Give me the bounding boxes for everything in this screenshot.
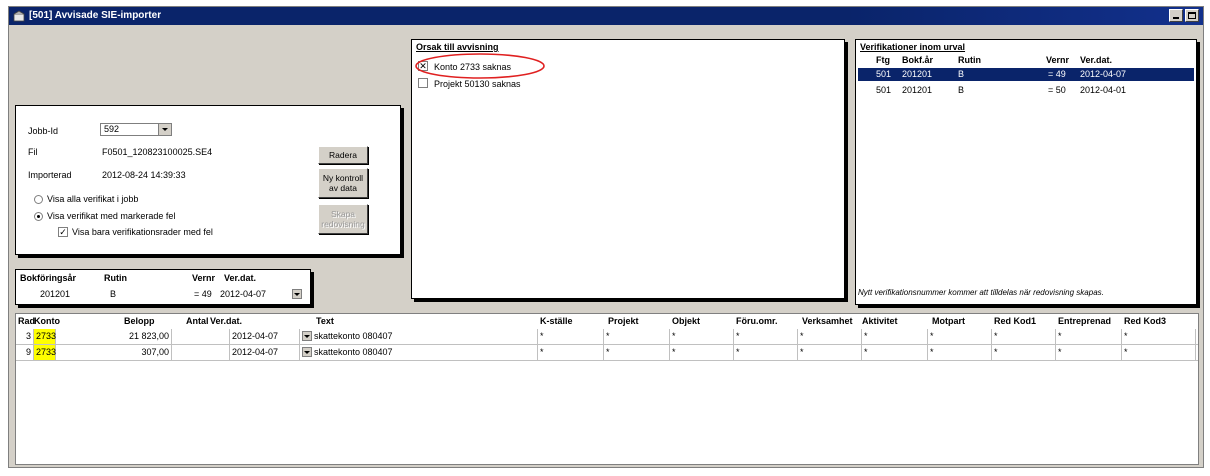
jobbid-value: 592 [104,124,120,134]
grid-col-verksamhet: Verksamhet [802,316,853,326]
checkbox-rows-label: Visa bara verifikationsrader med fel [72,227,213,237]
grid-col-foruomr: Föru.omr. [736,316,778,326]
grid-col-belopp: Belopp [124,316,155,326]
radio-show-all[interactable] [34,195,43,204]
window-title: [501] Avvisade SIE-importer [29,10,162,21]
fil-value: F0501_120823100025.SE4 [102,147,213,157]
col-ftg: Ftg [876,55,890,65]
table-row[interactable]: 3 2733 21 823,00 2012-04-07 skattekonto … [16,329,1198,345]
sum-col-verdat: Ver.dat. [224,273,257,283]
verifikationer-title: Verifikationer inom urval [860,42,966,52]
col-bokfar: Bokf.år [902,55,934,65]
verifikationer-panel: Verifikationer inom urval Ftg Bokf.år Ru… [855,39,1197,305]
col-vernr: Vernr [1046,55,1070,65]
chevron-down-icon[interactable] [292,289,302,299]
sum-rutin: B [110,289,117,299]
verifikationer-header: Ftg Bokf.år Rutin Vernr Ver.dat. [858,54,1194,67]
col-rutin: Rutin [958,55,981,65]
radio-show-marked-label: Visa verifikat med markerade fel [47,211,176,221]
sum-vernr: = 49 [194,289,212,299]
chevron-down-icon[interactable] [158,124,171,135]
sum-verdat: 2012-04-07 [220,289,267,299]
grid-col-motpart: Motpart [932,316,965,326]
radio-show-marked[interactable] [34,212,43,221]
col-verdat: Ver.dat. [1080,55,1113,65]
chevron-down-icon[interactable] [302,347,312,357]
grid-col-antal: Antal [186,316,209,326]
jobbid-label: Jobb-Id [28,126,59,136]
checkbox-rows-with-errors[interactable]: ✓ [58,227,68,237]
radio-show-all-label: Visa alla verifikat i jobb [47,194,139,204]
grid-col-kstalle: K-ställe [540,316,573,326]
grid-col-objekt: Objekt [672,316,701,326]
verifikation-row[interactable]: 501 201201 B = 49 2012-04-07 [858,68,1194,81]
grid-col-projekt: Projekt [608,316,639,326]
grid-col-konto: Konto [34,316,60,326]
job-panel: Jobb-Id 592 Fil F0501_120823100025.SE4 I… [15,105,401,255]
radera-button[interactable]: Radera [318,146,368,164]
grid-col-redkod1: Red Kod1 [994,316,1037,326]
fil-label: Fil [28,147,38,157]
sum-col-rutin: Rutin [104,273,127,283]
sum-col-vernr: Vernr [192,273,216,283]
grid-col-entreprenad: Entreprenad [1058,316,1112,326]
ny-kontroll-button[interactable]: Ny kontroll av data [318,168,368,198]
importerad-label: Importerad [28,170,72,180]
verifikationer-footer: Nytt verifikationsnummer kommer att till… [858,288,1104,297]
app-icon [13,10,25,22]
orsak-panel: Orsak till avvisning ✕ Konto 2733 saknas… [411,39,845,299]
importerad-value: 2012-08-24 14:39:33 [102,170,186,180]
grid-col-redkod3: Red Kod3 [1124,316,1167,326]
chevron-down-icon[interactable] [302,331,312,341]
title-bar: [501] Avvisade SIE-importer [9,7,1203,25]
grid-col-aktivitet: Aktivitet [862,316,898,326]
annotation-circle [415,53,545,79]
table-row[interactable]: 9 2733 307,00 2012-04-07 skattekonto 080… [16,345,1198,361]
main-window: [501] Avvisade SIE-importer Jobb-Id 592 … [8,6,1204,468]
rows-grid: Rad Konto Belopp Antal Ver.dat. Text K-s… [15,313,1199,465]
sum-bokforingsar: 201201 [40,289,71,299]
jobbid-select[interactable]: 592 [100,123,172,136]
verifikation-row[interactable]: 501 201201 B = 50 2012-04-01 [858,84,1194,97]
sum-col-bokforingsar: Bokföringsår [20,273,77,283]
maximize-button[interactable] [1185,9,1199,22]
grid-col-text: Text [316,316,334,326]
grid-col-verdat: Ver.dat. [210,316,243,326]
summary-panel: Bokföringsår Rutin Vernr Ver.dat. 201201… [15,269,311,305]
grid-col-rad: Rad [18,316,36,326]
skapa-redovisning-button: Skapa redovisning [318,204,368,234]
minimize-button[interactable] [1169,9,1183,22]
